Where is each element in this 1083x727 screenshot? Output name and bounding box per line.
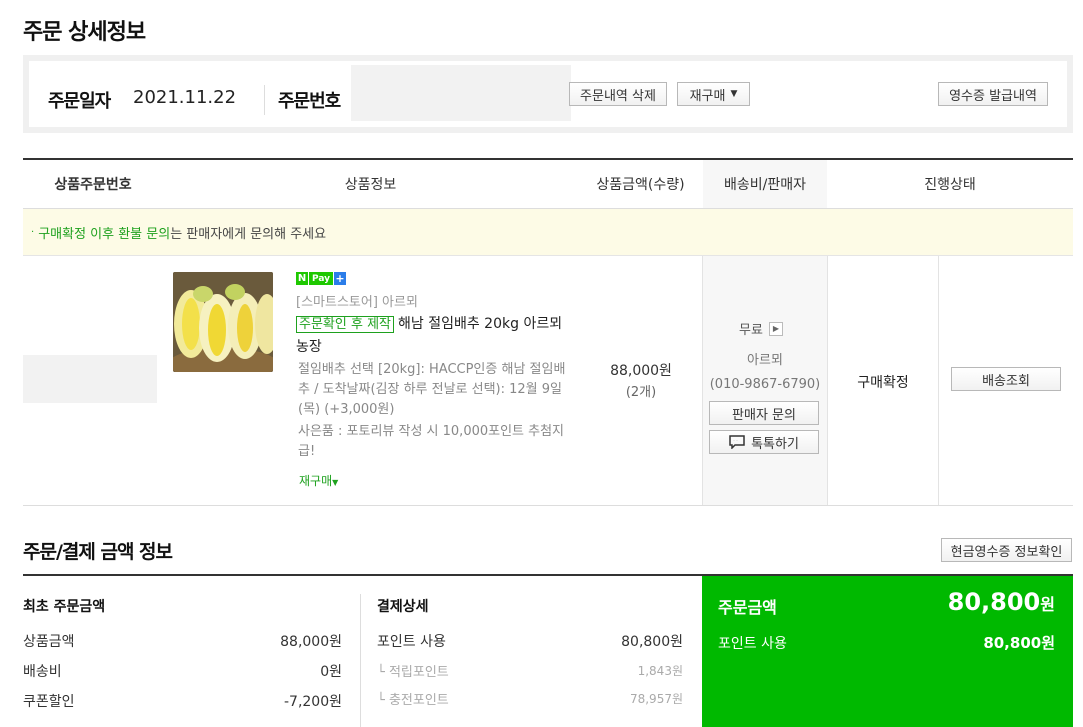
order-total-label: 주문금액 [718, 598, 777, 617]
naver-pay-badge: N Pay + [296, 272, 347, 285]
summary-label: 상품금액 [23, 634, 75, 650]
order-status: 구매확정 [857, 375, 909, 391]
order-info-box: 주문일자 2021.11.22 주문번호 주문내역 삭제 재구매 ▼ 영수증 발… [23, 55, 1073, 133]
summary-divider [360, 594, 361, 727]
play-arrow-icon[interactable]: ▶ [768, 321, 783, 336]
th-shipping-seller: 배송비/판매자 [703, 160, 827, 208]
npay-pay-logo: Pay [309, 272, 334, 285]
receipt-history-button[interactable]: 영수증 발급내역 [938, 82, 1048, 106]
payment-summary-title: 주문/결제 금액 정보 [23, 541, 173, 563]
shipping-fee-text: 무료 [739, 323, 763, 338]
panel-point-value: 80,800원 [983, 634, 1055, 652]
summary-sub-value: 78,957원 [629, 692, 683, 706]
summary-sub-value: 1,843원 [637, 664, 683, 678]
shipping-fee[interactable]: 무료 ▶ [739, 319, 783, 338]
chevron-down-icon: ▼ [730, 89, 738, 99]
th-status: 진행상태 [924, 177, 976, 193]
seller-inquiry-button[interactable]: 판매자 문의 [709, 401, 819, 425]
npay-n-logo: N [296, 272, 308, 285]
summary-label: 배송비 [23, 664, 62, 680]
npay-plus-logo: + [334, 272, 347, 285]
order-date-label: 주문일자 [48, 91, 111, 112]
summary-sub-label: └ 적립포인트 [377, 665, 449, 680]
seller-name: 아르뫼 [747, 353, 783, 368]
order-info-inner: 주문일자 2021.11.22 주문번호 주문내역 삭제 재구매 ▼ 영수증 발… [29, 61, 1067, 127]
product-order-number-masked [23, 355, 157, 403]
product-option: 절임배추 선택 [20kg]: HACCP인증 해남 절임배추 / 도착날짜(김… [298, 362, 566, 417]
item-quantity: (2개) [625, 385, 657, 400]
rebuy-dropdown-button[interactable]: 재구매 ▼ [677, 82, 750, 106]
panel-point-label: 포인트 사용 [718, 636, 787, 652]
seller-phone: (010-9867-6790) [709, 377, 821, 392]
talktalk-label: 톡톡하기 [751, 436, 799, 452]
rebuy-link[interactable]: 재구매▼ [299, 472, 338, 489]
summary-label: 쿠폰할인 [23, 694, 75, 710]
summary-label: 포인트 사용 [377, 634, 446, 650]
made-to-order-tag: 주문확인 후 제작 [296, 316, 394, 333]
initial-order-amount-heading: 최초 주문금액 [23, 599, 106, 615]
summary-value: -7,200원 [283, 694, 342, 710]
order-total-number: 80,800 [947, 588, 1041, 616]
payment-detail-heading: 결제상세 [377, 599, 429, 615]
th-product-info: 상품정보 [344, 177, 397, 193]
item-price: 88,000원 [610, 363, 672, 379]
chat-bubble-icon [729, 435, 745, 449]
order-table-header: 상품주문번호 상품정보 상품금액(수량) 배송비/판매자 진행상태 [23, 160, 1073, 209]
store-name[interactable]: [스마트스토어] 아르뫼 [296, 291, 418, 310]
product-gift: 사은품 : 포토리뷰 작성 시 10,000포인트 추첨지급! [298, 424, 565, 459]
notice-bullet: · [31, 226, 35, 238]
cabbage-image [173, 272, 273, 372]
order-date-value: 2021.11.22 [133, 87, 237, 108]
product-image[interactable] [173, 272, 273, 372]
rebuy-dropdown-label: 재구매 [689, 88, 726, 104]
notice-highlight: 구매확정 이후 환불 문의 [38, 226, 171, 242]
cash-receipt-button[interactable]: 현금영수증 정보확인 [941, 538, 1072, 562]
order-total-unit: 원 [1040, 595, 1055, 614]
summary-value: 0원 [320, 664, 342, 680]
th-product-order-number: 상품주문번호 [54, 177, 132, 193]
talktalk-button[interactable]: 톡톡하기 [709, 430, 819, 454]
page-title: 주문 상세정보 [23, 20, 146, 45]
order-total-panel: 주문금액 80,800원 포인트 사용 80,800원 [702, 576, 1073, 727]
notice-text: 는 판매자에게 문의해 주세요 [170, 226, 327, 242]
rebuy-link-label: 재구매 [299, 474, 333, 488]
delete-order-button[interactable]: 주문내역 삭제 [569, 82, 667, 106]
order-total-amount: 80,800원 [948, 588, 1055, 616]
order-info-divider [264, 85, 265, 115]
order-number-label: 주문번호 [278, 91, 341, 112]
track-delivery-button[interactable]: 배송조회 [951, 367, 1061, 391]
summary-value: 80,800원 [621, 634, 683, 650]
order-number-masked [351, 65, 571, 121]
order-item-row: N Pay + [스마트스토어] 아르뫼 주문확인 후 제작 해남 절임배추 20… [23, 256, 1073, 506]
chevron-down-icon: ▼ [332, 478, 339, 487]
summary-sub-label: └ 충전포인트 [377, 693, 449, 708]
refund-notice: · 구매확정 이후 환불 문의 는 판매자에게 문의해 주세요 [23, 209, 1073, 256]
th-price-qty: 상품금액(수량) [596, 177, 685, 193]
summary-value: 88,000원 [280, 634, 342, 650]
product-name[interactable]: 주문확인 후 제작 해남 절임배추 20kg 아르뫼농장 [296, 313, 568, 358]
